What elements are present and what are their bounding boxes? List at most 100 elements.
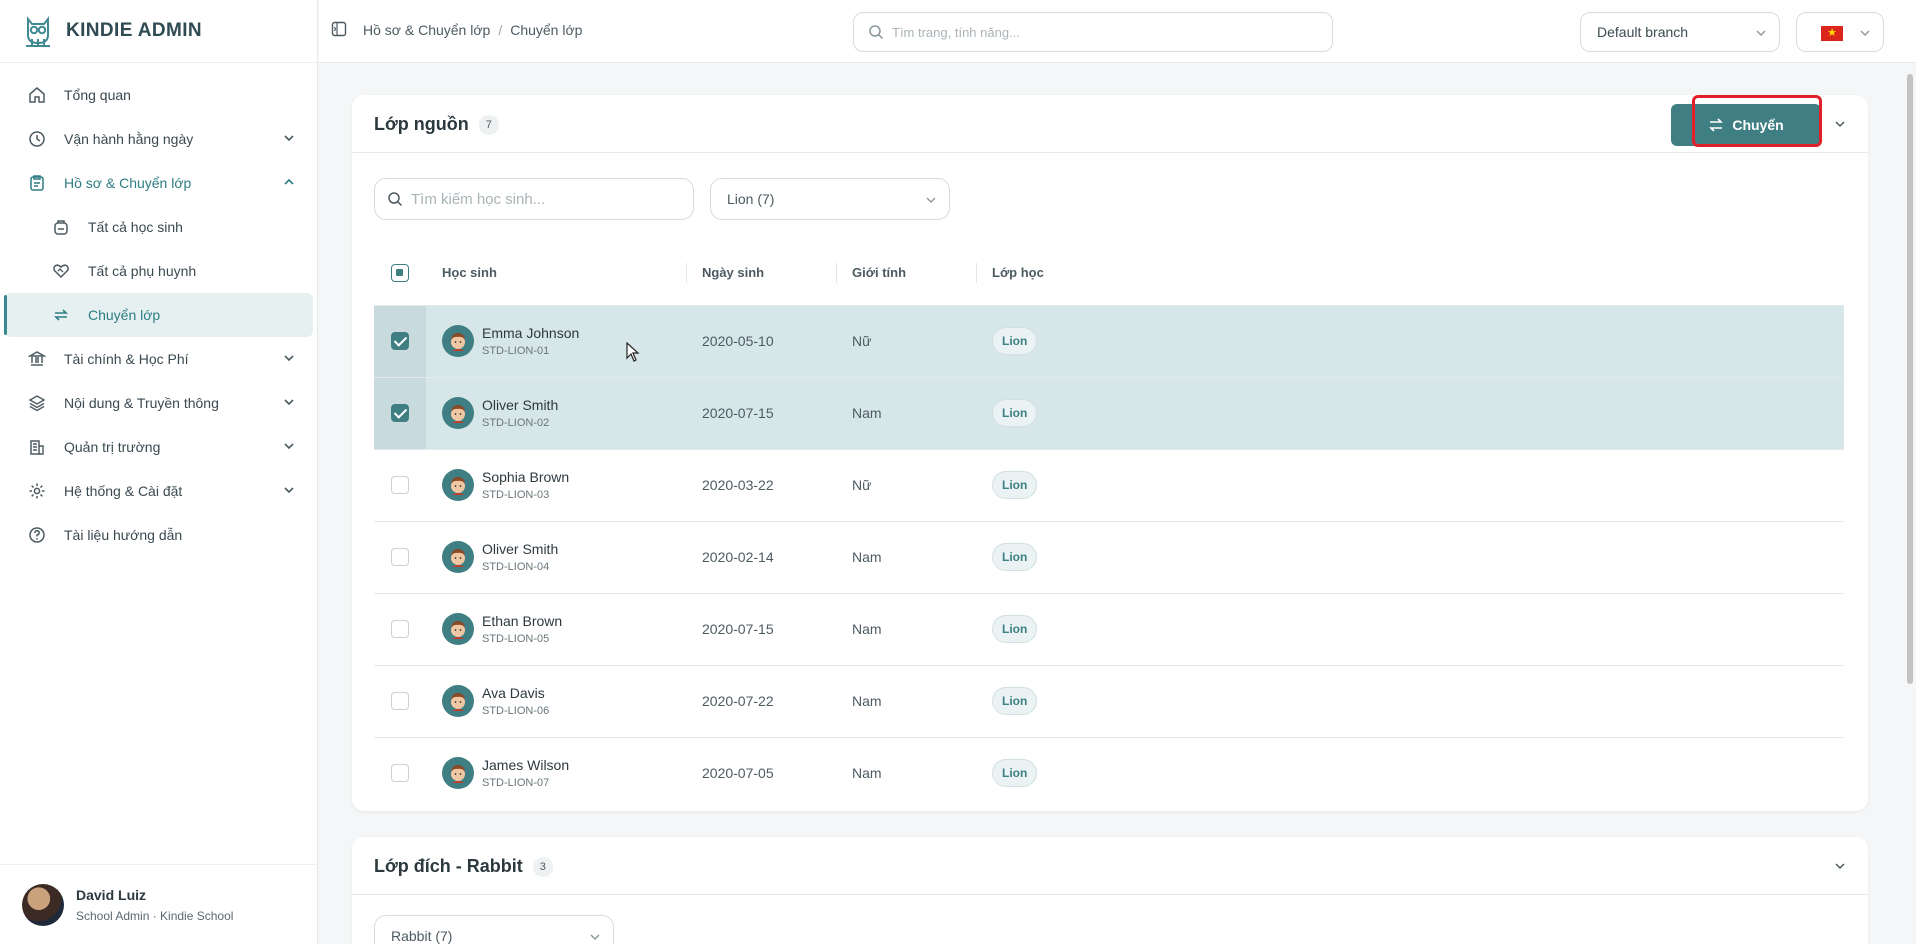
avatar — [22, 883, 64, 926]
gender-cell: Nữ — [852, 477, 872, 493]
scrollbar-thumb[interactable] — [1907, 74, 1913, 684]
dob-cell: 2020-07-22 — [702, 693, 774, 709]
col-student[interactable]: Học sinh — [426, 241, 686, 305]
student-name: Oliver Smith — [482, 541, 559, 557]
student-search[interactable] — [374, 178, 694, 220]
gender-cell: Nam — [852, 765, 882, 782]
branch-select[interactable]: Default branch — [1580, 12, 1780, 52]
sidebar-subitem-all-parents[interactable]: Tất cả phụ huynh — [0, 249, 317, 293]
bank-icon — [28, 350, 46, 368]
dob-cell: 2020-07-05 — [702, 765, 774, 782]
building-icon — [28, 438, 46, 456]
sidebar-item-label: Nội dung & Truyền thông — [64, 395, 219, 411]
row-checkbox[interactable] — [391, 547, 409, 566]
source-card-title: Lớp nguồn 7 — [374, 114, 499, 135]
source-filters: Lion (7) — [352, 153, 1868, 241]
table-row[interactable]: Oliver Smith STD-LION-02 2020-07-15 Nam Lion — [374, 377, 1844, 449]
sidebar-item-settings[interactable]: Hệ thống & Cài đặt — [0, 469, 317, 513]
row-checkbox[interactable] — [391, 691, 409, 710]
student-avatar — [442, 325, 474, 357]
student-name: James Wilson — [482, 757, 570, 774]
source-card-header: Lớp nguồn 7 Chuyển — [352, 95, 1868, 153]
class-pill: Lion — [992, 543, 1038, 571]
row-checkbox-cell — [374, 737, 426, 809]
row-checkbox-cell — [374, 521, 426, 593]
student-name: Oliver Smith — [482, 397, 559, 413]
brand[interactable]: KINDIE ADMIN — [0, 0, 317, 63]
sidebar-item-docs[interactable]: Tài liệu hướng dẫn — [0, 513, 317, 557]
chevron-down-icon — [284, 399, 294, 406]
page-scrollbar[interactable] — [1906, 66, 1914, 944]
student-info: James Wilson STD-LION-07 — [426, 757, 686, 790]
chevron-down-icon — [1860, 30, 1870, 36]
sidebar-item-school-admin[interactable]: Quản trị trường — [0, 425, 317, 469]
sidebar-item-label: Hệ thống & Cài đặt — [64, 483, 183, 499]
col-gender[interactable]: Giới tính — [836, 241, 976, 305]
sidebar-subitem-label: Chuyển lớp — [88, 307, 161, 323]
student-search-input[interactable] — [411, 190, 691, 208]
sidebar-item-finance[interactable]: Tài chính & Học Phí — [0, 337, 317, 381]
top-header: Hồ sơ & Chuyển lớp / Chuyển lớp Default … — [319, 0, 1916, 63]
clipboard-icon — [28, 174, 46, 192]
student-code: STD-LION-04 — [482, 561, 550, 573]
dob-cell: 2020-02-14 — [702, 549, 774, 565]
select-all-checkbox[interactable] — [391, 263, 409, 282]
search-icon — [869, 25, 884, 40]
global-search-input[interactable] — [892, 24, 1312, 40]
student-name: Emma Johnson — [482, 325, 580, 341]
dob-cell: 2020-07-15 — [702, 621, 774, 637]
row-checkbox[interactable] — [391, 475, 409, 494]
class-pill: Lion — [992, 471, 1038, 499]
arrows-transfer-icon — [1708, 117, 1724, 133]
sidebar-item-overview[interactable]: Tổng quan — [0, 73, 317, 117]
table-row[interactable]: Ava Davis STD-LION-06 2020-07-22 Nam Lion — [374, 665, 1844, 737]
source-class-value: Lion (7) — [727, 191, 775, 207]
table-row[interactable]: Ethan Brown STD-LION-05 2020-07-15 Nam Lion — [374, 593, 1844, 665]
class-pill: Lion — [992, 327, 1038, 355]
student-cell: Emma Johnson STD-LION-01 — [426, 305, 686, 377]
table-row[interactable]: Sophia Brown STD-LION-03 2020-03-22 Nữ Lion — [374, 449, 1844, 521]
child-avatar-icon — [451, 549, 465, 567]
sidebar-item-content[interactable]: Nội dung & Truyền thông — [0, 381, 317, 425]
sidebar: KINDIE ADMIN Tổng quan Vận hành hằng ngà… — [0, 0, 318, 944]
sidebar-item-records[interactable]: Hồ sơ & Chuyển lớp — [0, 161, 317, 205]
child-avatar-icon — [451, 405, 465, 423]
target-class-select[interactable]: Rabbit (7) — [374, 915, 614, 944]
sidebar-subitem-all-students[interactable]: Tất cả học sinh — [0, 205, 317, 249]
breadcrumb-separator: / — [498, 22, 503, 38]
class-cell: Lion — [976, 449, 1844, 521]
chevron-down-icon[interactable] — [1834, 860, 1846, 872]
row-checkbox[interactable] — [391, 764, 409, 783]
sidebar-toggle-icon[interactable] — [331, 21, 347, 37]
table-row[interactable]: Oliver Smith STD-LION-04 2020-02-14 Nam Lion — [374, 521, 1844, 593]
class-cell: Lion — [976, 377, 1844, 449]
table-row[interactable]: James Wilson STD-LION-07 2020-07-05 Nam Lion — [374, 737, 1844, 809]
vietnam-flag-icon: ★ — [1821, 26, 1843, 41]
chevron-down-icon — [284, 135, 294, 142]
sidebar-subitem-transfer[interactable]: Chuyển lớp — [4, 293, 313, 337]
global-search[interactable] — [853, 12, 1333, 52]
student-cell: Oliver Smith STD-LION-02 — [426, 377, 686, 449]
chevron-down-icon — [590, 934, 600, 940]
breadcrumb-parent[interactable]: Hồ sơ & Chuyển lớp — [363, 22, 490, 38]
transfer-button[interactable]: Chuyển — [1671, 104, 1821, 146]
sidebar-item-daily-ops[interactable]: Vận hành hằng ngày — [0, 117, 317, 161]
target-class-value: Rabbit (7) — [391, 928, 453, 944]
mouse-cursor-icon — [626, 342, 640, 362]
row-checkbox-cell — [374, 449, 426, 521]
user-profile[interactable]: David Luiz School Admin · Kindie School — [0, 864, 317, 944]
language-select[interactable]: ★ — [1796, 12, 1884, 52]
child-avatar-icon — [451, 693, 465, 711]
col-class[interactable]: Lớp học — [976, 241, 1844, 305]
row-checkbox[interactable] — [391, 619, 409, 638]
sidebar-item-label: Tài liệu hướng dẫn — [64, 527, 183, 543]
student-code: STD-LION-05 — [482, 633, 550, 645]
source-class-select[interactable]: Lion (7) — [710, 178, 950, 220]
home-icon — [28, 86, 46, 104]
row-checkbox-cell — [374, 665, 426, 737]
row-checkbox[interactable] — [391, 403, 409, 422]
col-dob[interactable]: Ngày sinh — [686, 241, 836, 305]
chevron-down-icon[interactable] — [1834, 118, 1846, 130]
row-checkbox[interactable] — [391, 331, 409, 350]
table-row[interactable]: Emma Johnson STD-LION-01 2020-05-10 Nữ Lion — [374, 305, 1844, 377]
